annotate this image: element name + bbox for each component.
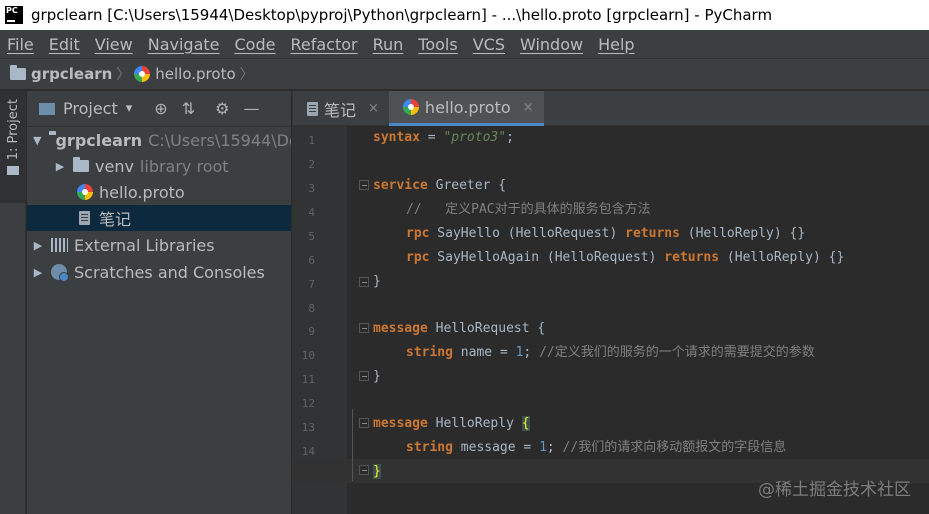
menu-bar: File Edit View Navigate Code Refactor Ru…	[0, 30, 929, 58]
fold-marker-icon[interactable]	[359, 465, 369, 475]
project-tool-tab-label: 1: Project	[5, 99, 21, 161]
code-editor[interactable]: syntax = "proto3"; service Greeter { // …	[373, 126, 929, 514]
hide-panel-icon[interactable]: —	[243, 99, 259, 118]
tree-item-external-libraries[interactable]: ▶ External Libraries	[27, 232, 291, 258]
tab-hello-proto[interactable]: hello.proto ×	[388, 91, 544, 126]
editor-area: 笔记 × hello.proto × 1 2 3 4 5 6 7 8 9 10 …	[292, 91, 929, 514]
code-line: }	[373, 460, 381, 484]
menu-tools[interactable]: Tools	[411, 35, 465, 54]
project-view-icon	[39, 102, 55, 115]
code-line: rpc SayHello (HelloRequest) returns (Hel…	[406, 226, 806, 241]
code-line: // 定义PAC对于的具体的服务包含方法	[406, 202, 651, 217]
close-icon[interactable]: ×	[368, 101, 379, 116]
close-icon[interactable]: ×	[523, 100, 534, 115]
gear-icon[interactable]: ⚙	[215, 99, 229, 118]
line-number-gutter[interactable]: 1 2 3 4 5 6 7 8 9 10 11 12 13 14 15	[293, 126, 347, 514]
breadcrumb: grpclearn 〉 hello.proto 〉	[0, 58, 929, 90]
expand-arrow-icon[interactable]: ▼	[33, 134, 41, 147]
tree-item-note[interactable]: 笔记	[27, 205, 291, 231]
line-number: 11	[301, 373, 315, 386]
proto-file-icon	[134, 66, 151, 82]
locate-file-icon[interactable]: ⊕	[154, 99, 167, 118]
line-number: 12	[301, 397, 315, 410]
menu-file[interactable]: File	[0, 35, 42, 54]
tree-item-grpclearn[interactable]: ▼ grpclearn C:\Users\15944\De	[27, 127, 291, 153]
proto-file-icon	[402, 99, 419, 115]
project-panel: Project ▾ ⊕ ⇅ ⚙ — ▼ grpclearn C:\Users\1…	[27, 91, 291, 514]
watermark: @稀土掘金技术社区	[758, 480, 911, 500]
collapsed-arrow-icon[interactable]: ▶	[33, 239, 43, 252]
line-number: 3	[308, 182, 315, 195]
line-number: 2	[308, 158, 315, 171]
tab-note[interactable]: 笔记 ×	[293, 91, 389, 126]
menu-vcs[interactable]: VCS	[466, 35, 513, 54]
menu-navigate[interactable]: Navigate	[141, 35, 228, 54]
line-number: 13	[301, 421, 315, 434]
code-line: syntax = "proto3";	[373, 130, 514, 145]
folder-icon	[7, 166, 19, 176]
menu-view[interactable]: View	[88, 35, 141, 54]
code-line: service Greeter {	[373, 178, 507, 193]
line-number: 6	[308, 254, 315, 267]
chevron-right-icon: 〉	[116, 67, 131, 83]
line-number: 14	[301, 445, 315, 458]
editor-tabs: 笔记 × hello.proto ×	[293, 91, 929, 126]
left-tool-strip: 1: Project	[0, 91, 26, 514]
line-number: 1	[308, 134, 315, 147]
menu-refactor[interactable]: Refactor	[283, 35, 365, 54]
chevron-down-icon[interactable]: ▾	[126, 101, 133, 116]
line-number: 5	[308, 230, 315, 243]
proto-file-icon	[77, 184, 93, 200]
line-number: 7	[308, 278, 315, 291]
window-title: grpclearn [C:\Users\15944\Desktop\pyproj…	[31, 6, 773, 24]
menu-help[interactable]: Help	[591, 35, 642, 54]
breadcrumb-project[interactable]: grpclearn	[10, 65, 112, 83]
folder-icon	[10, 65, 26, 80]
title-bar: grpclearn [C:\Users\15944\Desktop\pyproj…	[0, 0, 929, 30]
collapsed-arrow-icon[interactable]: ▶	[33, 266, 43, 279]
project-view-selector[interactable]: Project	[63, 99, 118, 118]
line-number: 10	[301, 349, 315, 362]
indent-guide	[352, 409, 353, 481]
code-line: string name = 1; //定义我们的服务的一个请求的需要提交的参数	[406, 345, 815, 360]
chevron-right-icon: 〉	[239, 67, 254, 83]
fold-marker-icon[interactable]	[359, 180, 369, 190]
project-panel-header: Project ▾ ⊕ ⇅ ⚙ —	[27, 91, 291, 127]
menu-code[interactable]: Code	[228, 35, 284, 54]
scratches-icon	[51, 264, 69, 282]
code-line: }	[373, 369, 381, 384]
fold-marker-icon[interactable]	[359, 277, 369, 287]
project-tool-tab[interactable]: 1: Project	[0, 91, 26, 203]
tree-item-scratches[interactable]: ▶ Scratches and Consoles	[27, 259, 291, 285]
fold-marker-icon[interactable]	[359, 371, 369, 381]
code-line: string message = 1; //我们的请求向移动额报文的字段信息	[406, 440, 787, 455]
fold-marker-icon[interactable]	[359, 418, 369, 428]
line-number: 8	[308, 302, 315, 315]
code-line: message HelloRequest {	[373, 321, 546, 336]
text-file-icon	[307, 101, 318, 116]
pycharm-logo-icon	[5, 6, 23, 24]
matched-brace: {	[521, 416, 530, 431]
collapsed-arrow-icon[interactable]: ▶	[55, 160, 65, 173]
line-number: 9	[308, 325, 315, 338]
folder-icon	[73, 157, 89, 172]
matched-brace: }	[373, 464, 381, 479]
library-icon	[51, 238, 68, 252]
line-number: 4	[308, 206, 315, 219]
menu-run[interactable]: Run	[366, 35, 412, 54]
code-line: rpc SayHelloAgain (HelloRequest) returns…	[406, 250, 845, 265]
tree-item-hello-proto[interactable]: hello.proto	[27, 179, 291, 205]
code-line: }	[373, 274, 381, 289]
collapse-all-icon[interactable]: ⇅	[182, 99, 195, 118]
fold-marker-icon[interactable]	[359, 323, 369, 333]
text-file-icon	[79, 211, 90, 225]
menu-window[interactable]: Window	[513, 35, 591, 54]
code-line: message HelloReply {	[373, 416, 530, 431]
tree-item-venv[interactable]: ▶ venv library root	[27, 153, 291, 179]
breadcrumb-file[interactable]: hello.proto	[134, 65, 236, 83]
menu-edit[interactable]: Edit	[42, 35, 88, 54]
